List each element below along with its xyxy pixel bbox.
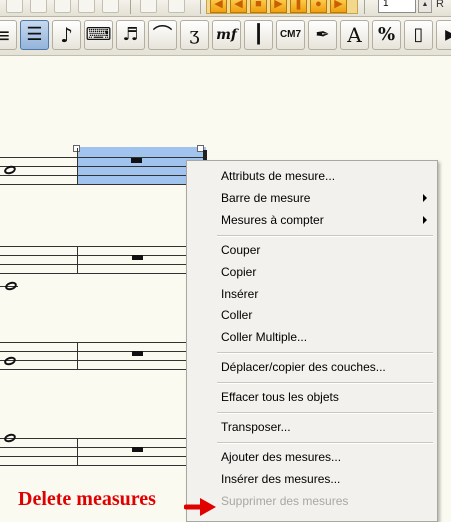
previous-icon[interactable]: ◀ [230,0,247,13]
menu-item-insert-measures[interactable]: Insérer des mesures... [187,469,437,489]
staff-line [0,264,186,265]
toolbar-trailing-label: R [436,0,444,10]
menu-separator [217,412,433,414]
record-icon[interactable]: ● [310,0,327,13]
menu-separator [217,352,433,354]
whole-rest [132,351,143,356]
menu-item-insert[interactable]: Insérer [187,284,437,304]
staff-line [0,351,186,352]
staff-line [0,184,204,185]
menu-item-move-copy-layers[interactable]: Déplacer/copier des couches... [187,357,437,377]
submenu-arrow-icon [423,216,427,224]
text-tool-icon[interactable]: A [340,20,369,50]
measure-number-field[interactable]: 1 [378,0,416,13]
staff-line [0,447,186,448]
menu-item-paste-multiple[interactable]: Coller Multiple... [187,327,437,347]
menu-separator [217,382,433,384]
menu-separator [217,442,433,444]
rewind-icon[interactable]: ◀ [210,0,227,13]
play-icon[interactable]: ▶ [270,0,287,13]
staff-line [0,255,186,256]
barline [77,148,78,185]
final-barline [203,150,207,160]
menu-item-barline[interactable]: Barre de mesure [187,188,437,208]
staff-line [0,273,186,274]
staff-line [0,465,186,466]
page-layout-tool-icon[interactable]: ▯ [404,20,433,50]
staff-line [0,175,204,176]
staff-line [0,342,186,343]
paste-icon[interactable] [78,0,95,13]
main-tool-palette: ≡ ☰ ♪ ⌨ ♬ ⌒ ʒ mf ┃ CM7 ✒ A % ▯ ▶ [0,17,451,56]
menu-item-delete-measures[interactable]: Supprimer des mesures [187,491,437,511]
submenu-arrow-icon [423,194,427,202]
barline [77,438,78,466]
menu-item-measures-to-count[interactable]: Mesures à compter [187,210,437,230]
menu-separator [217,235,433,237]
annotation-label: Delete measures [18,488,156,510]
hand-grabber-icon[interactable] [168,0,185,13]
repeat-tool-icon[interactable]: ┃ [244,20,273,50]
hyperscribe-tool-icon[interactable]: ♬ [116,20,145,50]
copy-icon[interactable] [54,0,71,13]
staff-tool-icon[interactable]: ≡ [0,20,17,50]
pause-icon[interactable]: ❚ [290,0,307,13]
staff-line [0,360,186,361]
new-file-icon[interactable] [6,0,23,13]
special-tools-icon[interactable]: ▶ [436,20,451,50]
lyrics-tool-icon[interactable]: ✒ [308,20,337,50]
staff-line [0,456,186,457]
barline [77,246,78,274]
undo-icon[interactable] [102,0,119,13]
staff-line [0,438,186,439]
staff-line [0,369,186,370]
menu-item-add-measures[interactable]: Ajouter des mesures... [187,447,437,467]
whole-rest [132,447,143,452]
expression-tool-icon[interactable]: mf [212,20,241,50]
menu-item-transpose[interactable]: Transposer... [187,417,437,437]
chord-tool-icon[interactable]: CM7 [276,20,305,50]
staff-line [0,157,204,158]
standard-toolbar: ◀ ◀ ■ ▶ ❚ ● ▶ 1 ▲ R [0,0,451,17]
smart-shape-tool-icon[interactable]: ⌒ [148,20,177,50]
staff-line [0,166,204,167]
redraw-icon[interactable] [140,0,157,13]
resize-tool-icon[interactable]: % [372,20,401,50]
staff-line [0,246,186,247]
measure-context-menu: Attributs de mesure... Barre de mesure M… [186,160,438,522]
annotation-arrow-icon [184,498,216,516]
whole-rest [131,158,142,163]
whole-rest [132,255,143,260]
speedy-entry-tool-icon[interactable]: ⌨ [84,20,113,50]
menu-item-copy[interactable]: Copier [187,262,437,282]
measure-spinner-arrows[interactable]: ▲ [418,0,432,13]
menu-item-cut[interactable]: Couper [187,240,437,260]
menu-item-clear-all-items[interactable]: Effacer tous les objets [187,387,437,407]
menu-item-measure-attributes[interactable]: Attributs de mesure... [187,166,437,186]
menu-item-paste[interactable]: Coller [187,305,437,325]
fast-forward-icon[interactable]: ▶ [330,0,347,13]
cut-icon[interactable] [30,0,47,13]
simple-entry-tool-icon[interactable]: ♪ [52,20,81,50]
barline [77,342,78,370]
articulation-tool-icon[interactable]: ʒ [180,20,209,50]
stop-icon[interactable]: ■ [250,0,267,13]
selection-tool-icon[interactable]: ☰ [20,20,49,50]
